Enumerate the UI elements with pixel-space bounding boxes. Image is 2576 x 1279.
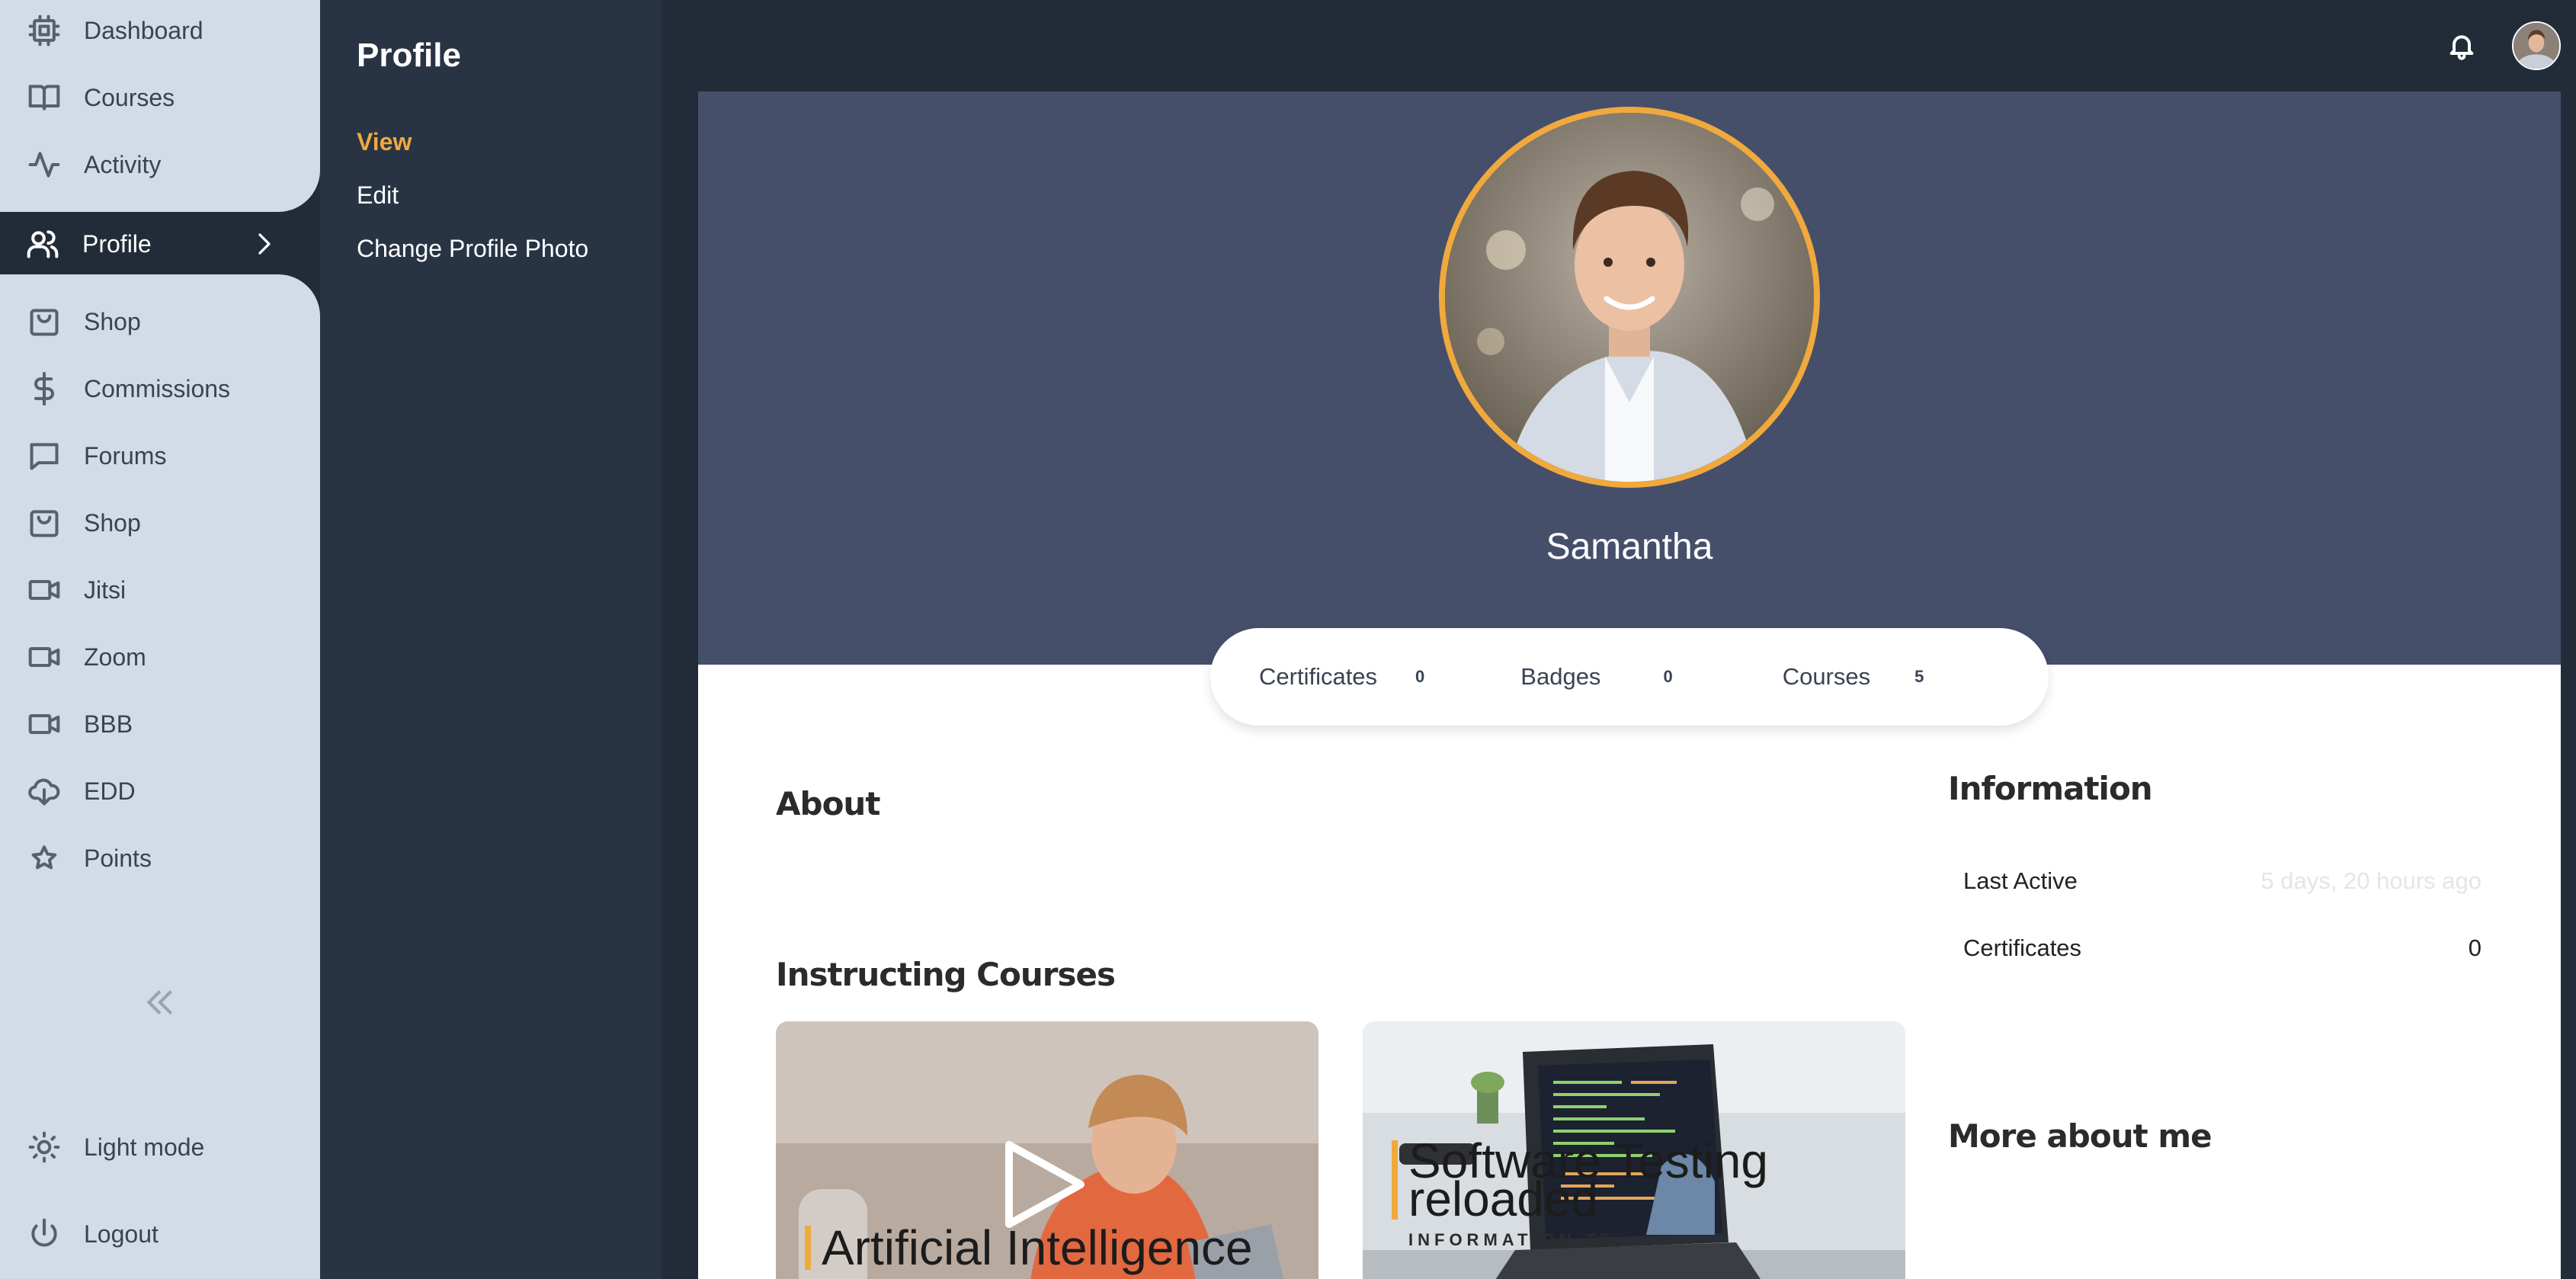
stat-badges[interactable]: Badges 0 bbox=[1520, 663, 1672, 691]
dollar-icon bbox=[26, 370, 62, 407]
course-accent-bar bbox=[1392, 1140, 1398, 1220]
logout-button[interactable]: Logout bbox=[17, 1204, 159, 1265]
course-accent-bar bbox=[805, 1226, 811, 1270]
sidebar-item-label: Courses bbox=[84, 83, 175, 111]
course-card[interactable]: Artificial Intelligence bbox=[776, 1021, 1318, 1279]
sidebar-item-label: Profile bbox=[82, 229, 152, 258]
course-title: Artificial Intelligence bbox=[822, 1220, 1253, 1275]
profile-photo bbox=[1439, 107, 1820, 488]
stat-label: Badges bbox=[1520, 663, 1601, 690]
video-icon bbox=[26, 572, 62, 608]
sidebar-item-label: Commissions bbox=[84, 374, 231, 402]
stat-value: 0 bbox=[1415, 667, 1425, 686]
course-title-line-2: reloaded bbox=[1408, 1172, 1599, 1226]
submenu-title: Profile bbox=[357, 37, 461, 74]
instructing-courses-heading: Instructing Courses bbox=[776, 956, 1116, 993]
activity-icon bbox=[26, 146, 62, 183]
profile-hero: Samantha bbox=[698, 91, 2561, 665]
video-icon bbox=[26, 639, 62, 675]
users-icon bbox=[24, 226, 61, 262]
info-label: Certificates bbox=[1963, 934, 2082, 961]
sidebar: Dashboard Courses Activity Profile Shop … bbox=[0, 0, 320, 1279]
sidebar-item-label: EDD bbox=[84, 777, 136, 805]
profile-submenu: Profile View Edit Change Profile Photo bbox=[320, 0, 662, 1279]
sidebar-item-label: Forums bbox=[84, 441, 167, 470]
info-value: 5 days, 20 hours ago bbox=[2260, 867, 2481, 894]
stat-label: Courses bbox=[1782, 663, 1871, 690]
sidebar-item-label: Points bbox=[84, 844, 152, 872]
sidebar-item-label: Activity bbox=[84, 150, 162, 178]
information-heading: Information bbox=[1948, 770, 2153, 807]
sidebar-item-courses[interactable]: Courses bbox=[17, 67, 175, 128]
shopping-bag-icon bbox=[26, 505, 62, 541]
sidebar-item-zoom[interactable]: Zoom bbox=[17, 627, 146, 688]
info-row-last-active: Last Active 5 days, 20 hours ago bbox=[1963, 867, 2481, 895]
more-about-me-heading: More about me bbox=[1948, 1117, 2212, 1155]
chevron-right-icon bbox=[251, 229, 278, 265]
profile-main: Samantha Certificates 0 Badges 0 Courses… bbox=[698, 91, 2561, 1279]
stat-label: Certificates bbox=[1259, 663, 1378, 690]
stat-value: 0 bbox=[1663, 667, 1673, 686]
submenu-link-edit[interactable]: Edit bbox=[357, 181, 399, 210]
sidebar-item-shop-2[interactable]: Shop bbox=[17, 492, 141, 553]
sidebar-item-forums[interactable]: Forums bbox=[17, 425, 166, 486]
course-card[interactable]: Software Testing reloaded INFORMATION TE… bbox=[1363, 1021, 1905, 1279]
info-value: 0 bbox=[2468, 934, 2481, 961]
sidebar-item-bbb[interactable]: BBB bbox=[17, 694, 133, 755]
sidebar-item-commissions[interactable]: Commissions bbox=[17, 358, 230, 419]
message-icon bbox=[26, 438, 62, 474]
sun-icon bbox=[26, 1129, 62, 1165]
sidebar-item-label: Shop bbox=[84, 508, 141, 537]
sidebar-item-label: Zoom bbox=[84, 643, 146, 671]
notification-bell-icon[interactable] bbox=[2446, 29, 2477, 63]
submenu-link-change-photo[interactable]: Change Profile Photo bbox=[357, 235, 588, 263]
stat-courses[interactable]: Courses 5 bbox=[1783, 663, 1924, 691]
user-avatar[interactable] bbox=[2512, 21, 2561, 70]
stat-certificates[interactable]: Certificates 0 bbox=[1259, 663, 1424, 691]
sidebar-item-profile[interactable]: Profile bbox=[15, 213, 293, 274]
sidebar-item-label: Jitsi bbox=[84, 575, 127, 604]
profile-name: Samantha bbox=[1546, 527, 1713, 567]
submenu-link-view[interactable]: View bbox=[357, 128, 412, 156]
stat-value: 5 bbox=[1914, 667, 1924, 686]
info-row-certificates: Certificates 0 bbox=[1963, 934, 2481, 962]
sidebar-item-points[interactable]: Points bbox=[17, 828, 152, 889]
light-mode-toggle[interactable]: Light mode bbox=[17, 1117, 204, 1178]
logout-label: Logout bbox=[84, 1220, 159, 1248]
power-icon bbox=[26, 1216, 62, 1252]
course-category: INFORMATION TE... bbox=[1408, 1230, 1644, 1249]
video-icon bbox=[26, 706, 62, 742]
sidebar-item-edd[interactable]: EDD bbox=[17, 761, 136, 822]
light-mode-label: Light mode bbox=[84, 1133, 205, 1161]
cloud-download-icon bbox=[26, 773, 62, 809]
book-icon bbox=[26, 79, 62, 116]
sidebar-item-jitsi[interactable]: Jitsi bbox=[17, 559, 126, 620]
dashboard-icon bbox=[26, 12, 62, 49]
topbar bbox=[662, 0, 2576, 91]
about-heading: About bbox=[776, 785, 880, 822]
info-label: Last Active bbox=[1963, 867, 2078, 894]
sidebar-item-dashboard[interactable]: Dashboard bbox=[17, 0, 203, 61]
sidebar-item-activity[interactable]: Activity bbox=[17, 134, 161, 195]
collapse-sidebar-icon[interactable] bbox=[141, 983, 179, 1021]
sidebar-item-label: Dashboard bbox=[84, 16, 203, 44]
sidebar-item-label: Shop bbox=[84, 307, 141, 335]
sidebar-item-shop[interactable]: Shop bbox=[17, 291, 141, 352]
profile-stats-bar: Certificates 0 Badges 0 Courses 5 bbox=[1210, 628, 2049, 726]
sidebar-item-label: BBB bbox=[84, 710, 133, 738]
star-icon bbox=[26, 840, 62, 877]
shopping-bag-icon bbox=[26, 303, 62, 340]
